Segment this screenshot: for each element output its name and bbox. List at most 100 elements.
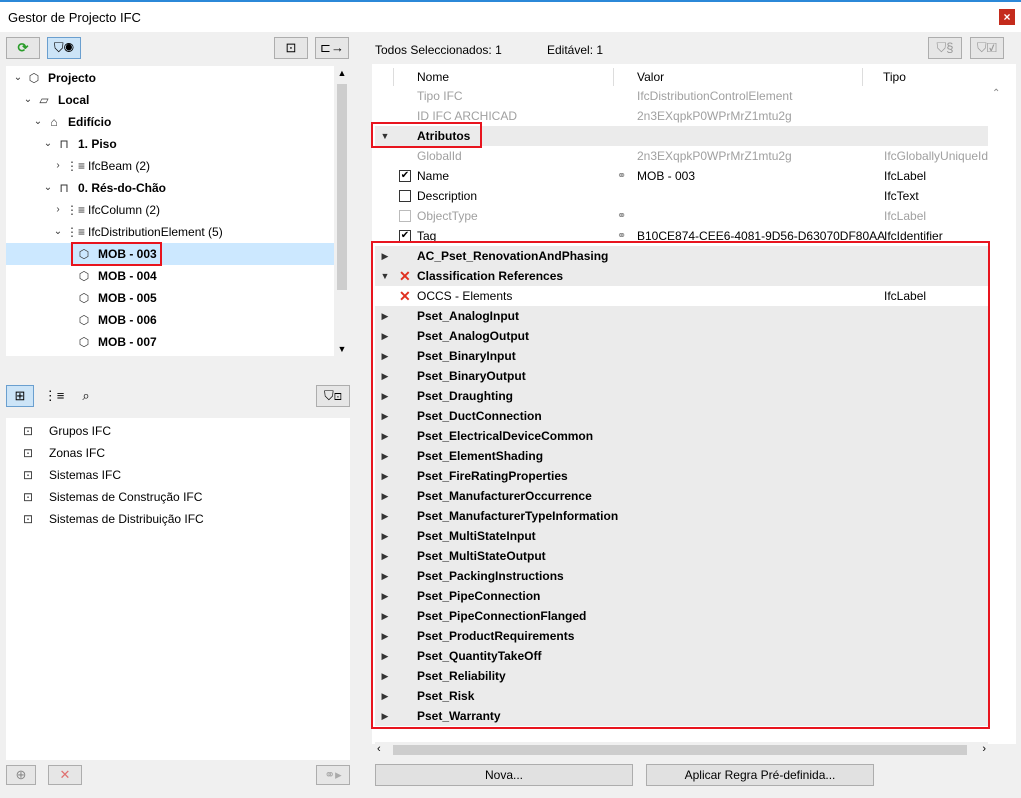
expand-icon[interactable]: ▶ xyxy=(379,246,391,266)
ifc-group-item[interactable]: ⊡ Grupos IFC xyxy=(6,420,334,442)
column-header-type[interactable]: Tipo xyxy=(883,68,906,86)
property-value[interactable]: IfcDistributionControlElement xyxy=(637,86,792,106)
tree-item[interactable]: ⬡ MOB - 006 xyxy=(6,309,334,331)
property-set-row[interactable]: ▶ Pset_FireRatingProperties xyxy=(375,466,988,486)
filter-groups-button[interactable]: ⛉⊡ xyxy=(316,385,350,407)
property-row[interactable]: ID IFC ARCHICAD 2n3EXqpkP0WPrMrZ1mtu2g xyxy=(375,106,988,126)
expand-icon[interactable]: ▶ xyxy=(379,566,391,586)
property-set-row[interactable]: ▶ Pset_AnalogInput xyxy=(375,306,988,326)
scroll-down-icon[interactable]: ▼ xyxy=(334,344,350,354)
expand-icon[interactable]: ▶ xyxy=(379,506,391,526)
expand-icon[interactable]: ▶ xyxy=(379,526,391,546)
property-set-row[interactable]: ▶ Pset_PackingInstructions xyxy=(375,566,988,586)
expand-icon[interactable]: ▶ xyxy=(379,606,391,626)
chevron-right-icon[interactable]: › xyxy=(52,155,64,177)
chevron-down-icon[interactable]: ⌄ xyxy=(32,111,44,133)
expand-icon[interactable]: ▶ xyxy=(379,406,391,426)
close-icon[interactable]: × xyxy=(999,9,1015,25)
tree-scroll-thumb[interactable] xyxy=(337,84,347,290)
link-options-button[interactable]: ⚭▸ xyxy=(316,765,350,785)
export-selection-button[interactable]: ⊏→ xyxy=(315,37,349,59)
property-set-row[interactable]: ▶ Pset_AnalogOutput xyxy=(375,326,988,346)
property-set-row[interactable]: ▶ Pset_PipeConnection xyxy=(375,586,988,606)
expand-icon[interactable]: ▶ xyxy=(379,546,391,566)
add-group-button[interactable]: ⊕ xyxy=(6,765,36,785)
property-checkbox[interactable]: ✔ xyxy=(399,230,411,242)
expand-icon[interactable]: ▶ xyxy=(379,306,391,326)
chevron-down-icon[interactable]: ⌄ xyxy=(12,67,24,89)
tree-item[interactable]: ⬡ MOB - 007 xyxy=(6,331,334,353)
property-set-row[interactable]: ▶ Pset_PipeConnectionFlanged xyxy=(375,606,988,626)
chevron-down-icon[interactable]: ⌄ xyxy=(52,221,64,243)
tree-scrollbar[interactable]: ▲ ▼ xyxy=(334,66,350,356)
property-set-row[interactable]: ▼ Atributos xyxy=(375,126,988,146)
grid-hscrollbar[interactable]: ‹ › xyxy=(375,742,988,758)
property-set-row[interactable]: ▶ Pset_Reliability xyxy=(375,666,988,686)
property-set-row[interactable]: ▶ Pset_Risk xyxy=(375,686,988,706)
scroll-right-icon[interactable]: › xyxy=(982,743,986,755)
property-set-row[interactable]: ▶ Pset_QuantityTakeOff xyxy=(375,646,988,666)
tree-item[interactable]: › ⋮≡ IfcBeam (2) xyxy=(6,155,334,177)
property-set-row[interactable]: ▶ Pset_MultiStateOutput xyxy=(375,546,988,566)
property-set-row[interactable]: ▶ Pset_ElementShading xyxy=(375,446,988,466)
select-elements-button[interactable]: ⊡ xyxy=(274,37,308,59)
property-set-row[interactable]: ▶ Pset_DuctConnection xyxy=(375,406,988,426)
property-set-row[interactable]: ▶ Pset_BinaryOutput xyxy=(375,366,988,386)
tree-item[interactable]: ⌄ ⌂ Edifício xyxy=(6,111,334,133)
expand-icon[interactable]: ▶ xyxy=(379,326,391,346)
ifc-group-item[interactable]: ⊡ Sistemas IFC xyxy=(6,464,334,486)
remove-x-icon[interactable]: ✕ xyxy=(399,266,411,286)
filter-checked-button[interactable]: ⛉☑ xyxy=(970,37,1004,59)
expand-icon[interactable]: ▶ xyxy=(379,646,391,666)
search-view-tab[interactable]: ⌕ xyxy=(72,385,100,407)
tree-item[interactable]: › ⋮≡ IfcColumn (2) xyxy=(6,199,334,221)
expand-icon[interactable]: ▶ xyxy=(379,366,391,386)
property-set-row[interactable]: ▶ Pset_Warranty xyxy=(375,706,988,726)
property-row[interactable]: Tipo IFC IfcDistributionControlElement xyxy=(375,86,988,106)
column-header-value[interactable]: Valor xyxy=(637,68,664,86)
chevron-down-icon[interactable]: ⌄ xyxy=(42,177,54,199)
chevron-down-icon[interactable]: ⌄ xyxy=(22,89,34,111)
link-icon[interactable]: ⚭ xyxy=(617,206,626,226)
ifc-group-item[interactable]: ⊡ Zonas IFC xyxy=(6,442,334,464)
expand-icon[interactable]: ▶ xyxy=(379,426,391,446)
property-value[interactable]: 2n3EXqpkP0WPrMrZ1mtu2g xyxy=(637,106,792,126)
property-set-row[interactable]: ▶ Pset_ElectricalDeviceCommon xyxy=(375,426,988,446)
property-row[interactable]: ✔ Tag ⚭ B10CE874-CEE6-4081-9D56-D63070DF80A… xyxy=(375,226,988,246)
property-row[interactable]: ✕ OCCS - Elements IfcLabel xyxy=(375,286,988,306)
expand-icon[interactable]: ▶ xyxy=(379,346,391,366)
property-set-row[interactable]: ▶ Pset_MultiStateInput xyxy=(375,526,988,546)
grid-scroll-up-icon[interactable]: ⌃ xyxy=(992,88,1000,99)
ifc-group-item[interactable]: ⊡ Sistemas de Distribuição IFC xyxy=(6,508,334,530)
property-value[interactable]: B10CE874-CEE6-4081-9D56-D63070DF80AA xyxy=(637,226,885,246)
refresh-button[interactable]: ⟳ xyxy=(6,37,40,59)
tree-item[interactable]: ⌄ ⋮≡ IfcDistributionElement (5) xyxy=(6,221,334,243)
new-button[interactable]: Nova... xyxy=(375,764,633,786)
property-set-row[interactable]: ▶ Pset_Draughting xyxy=(375,386,988,406)
delete-button[interactable]: ✕ xyxy=(48,765,82,785)
column-header-name[interactable]: Nome xyxy=(417,68,449,86)
property-checkbox[interactable]: ✔ xyxy=(399,170,411,182)
scroll-left-icon[interactable]: ‹ xyxy=(377,743,381,755)
tree-item[interactable]: ⬡ MOB - 004 xyxy=(6,265,334,287)
collapse-icon[interactable]: ▼ xyxy=(379,126,391,146)
expand-icon[interactable]: ▶ xyxy=(379,486,391,506)
expand-icon[interactable]: ▶ xyxy=(379,386,391,406)
tree-item[interactable]: ⌄ ▱ Local xyxy=(6,89,334,111)
expand-icon[interactable]: ▶ xyxy=(379,586,391,606)
filter-properties-button[interactable]: ⛉§ xyxy=(928,37,962,59)
collapse-icon[interactable]: ▼ xyxy=(379,266,391,286)
tree-item[interactable]: ⌄ ⬡ Projecto xyxy=(6,67,334,89)
property-checkbox[interactable] xyxy=(399,190,411,202)
chevron-down-icon[interactable]: ⌄ xyxy=(42,133,54,155)
tree-item[interactable]: ⬡ MOB - 003 xyxy=(6,243,334,265)
chevron-right-icon[interactable]: › xyxy=(52,199,64,221)
property-set-row[interactable]: ▶ Pset_ProductRequirements xyxy=(375,626,988,646)
property-row[interactable]: Description IfcText xyxy=(375,186,988,206)
property-set-row[interactable]: ▶ Pset_ManufacturerTypeInformation xyxy=(375,506,988,526)
property-set-row[interactable]: ▼ ✕ Classification References xyxy=(375,266,988,286)
expand-icon[interactable]: ▶ xyxy=(379,446,391,466)
hierarchy-view-tab[interactable]: ⋮≡ xyxy=(40,385,68,407)
link-icon[interactable]: ⚭ xyxy=(617,166,626,186)
remove-x-icon[interactable]: ✕ xyxy=(399,286,411,306)
